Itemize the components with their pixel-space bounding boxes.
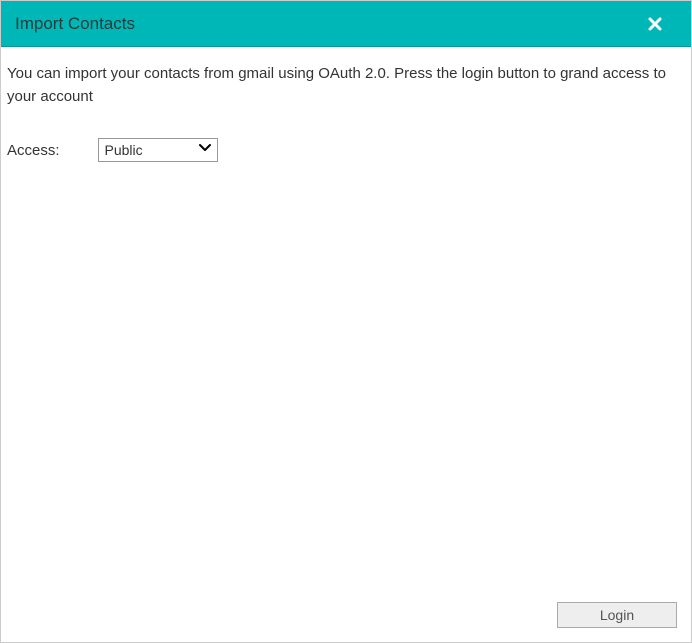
dialog-body: You can import your contacts from gmail …: [1, 47, 691, 592]
access-select-value: Public: [99, 142, 143, 158]
access-select[interactable]: Public: [98, 138, 218, 162]
description-text: You can import your contacts from gmail …: [1, 47, 691, 108]
access-row: Access: Public: [1, 138, 691, 162]
dialog-title: Import Contacts: [15, 14, 135, 34]
chevron-down-icon: [199, 141, 211, 157]
close-icon[interactable]: [643, 12, 667, 36]
dialog-footer: Login: [1, 592, 691, 642]
access-label: Access:: [7, 142, 60, 159]
login-button[interactable]: Login: [557, 602, 677, 628]
dialog-header: Import Contacts: [1, 1, 691, 47]
import-contacts-dialog: Import Contacts You can import your cont…: [0, 0, 692, 643]
